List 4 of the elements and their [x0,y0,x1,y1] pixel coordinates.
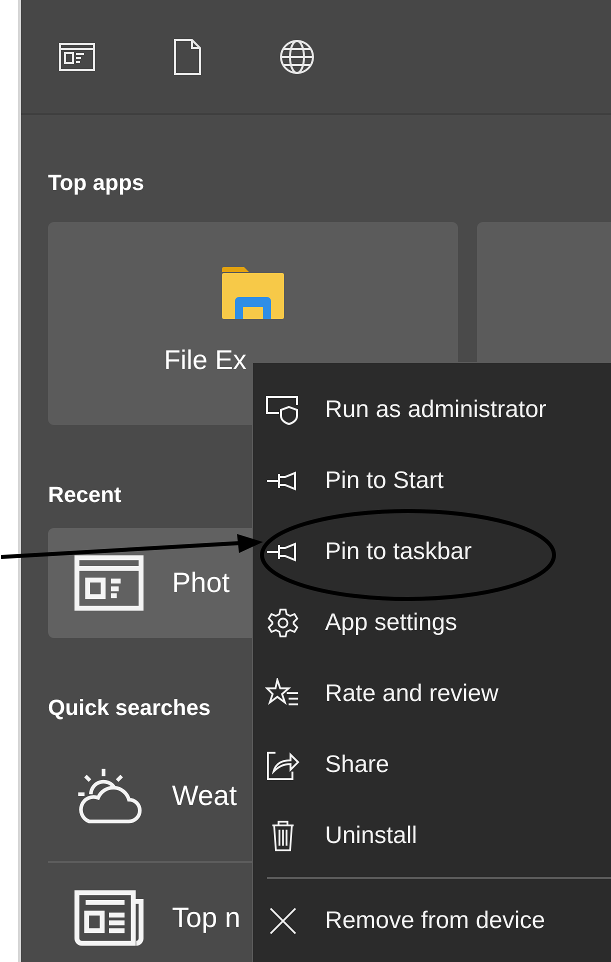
section-heading: Recent [48,481,122,509]
section-heading: Quick searches [48,694,211,722]
section-heading: Top apps [48,169,144,197]
tile-label: File Ex [164,345,248,376]
